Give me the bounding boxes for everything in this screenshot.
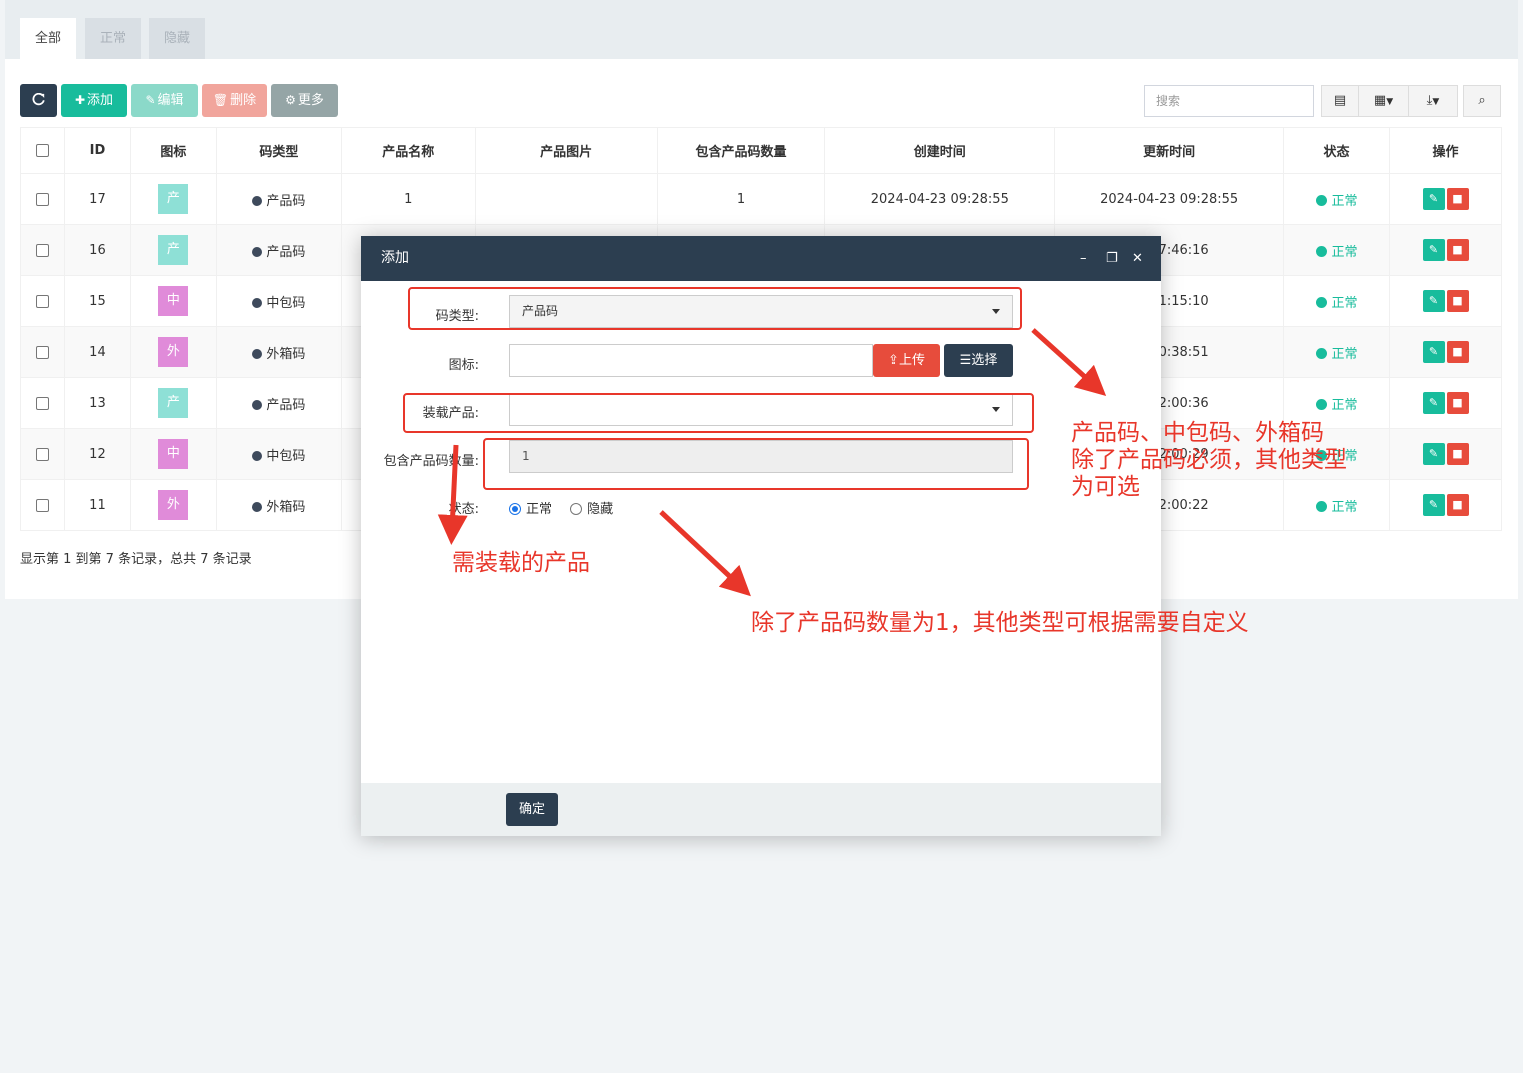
arrow-to-note3 bbox=[659, 510, 751, 597]
annotation-note-1: 产品码、中包码、外箱码 除了产品码必须，其他类型 为可选 bbox=[1071, 420, 1347, 501]
note1-line3: 为可选 bbox=[1071, 474, 1140, 500]
annotation-note-3: 除了产品码数量为1，其他类型可根据需要自定义 bbox=[751, 610, 1249, 636]
annotation-arrows bbox=[437, 328, 1107, 597]
note1-line1: 产品码、中包码、外箱码 bbox=[1071, 420, 1324, 446]
annotation-note-2: 需装载的产品 bbox=[452, 550, 590, 576]
arrow-to-note2 bbox=[437, 444, 468, 545]
arrow-to-note1 bbox=[1031, 328, 1107, 397]
note1-line2: 除了产品码必须，其他类型 bbox=[1071, 447, 1347, 473]
